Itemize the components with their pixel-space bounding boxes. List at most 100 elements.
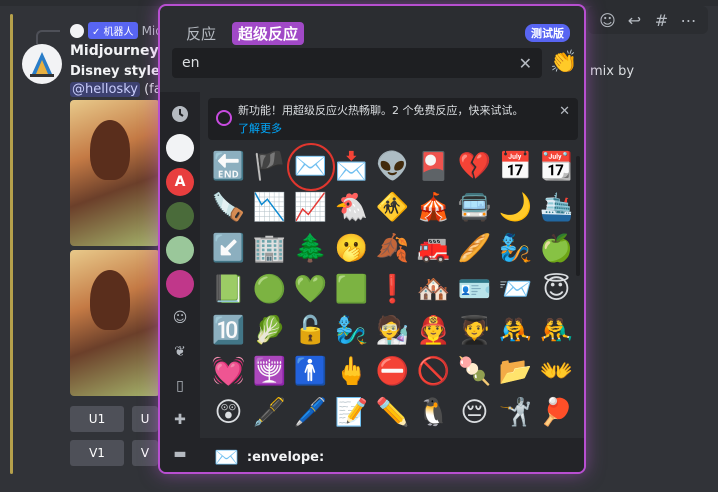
- emoji-item[interactable]: 📅: [495, 146, 536, 187]
- emoji-item[interactable]: 🚸: [372, 187, 413, 228]
- emoji-item[interactable]: 🍡: [454, 351, 495, 392]
- emoji-item[interactable]: 🍂: [372, 228, 413, 269]
- emoji-item[interactable]: 🤺: [495, 392, 536, 433]
- tab-super-reactions[interactable]: 超级反应: [232, 22, 305, 45]
- emoji-item[interactable]: 🪪: [454, 269, 495, 310]
- cup-icon[interactable]: ▯: [166, 372, 194, 400]
- server-4[interactable]: [166, 236, 194, 264]
- emoji-item[interactable]: 🏴: [249, 146, 290, 187]
- thread-icon[interactable]: #: [651, 11, 673, 30]
- reply-header[interactable]: ✓ 机器人 Mid: [70, 22, 163, 39]
- emoji-item[interactable]: 💔: [454, 146, 495, 187]
- reply-icon[interactable]: ↩: [624, 11, 646, 30]
- emoji-item[interactable]: 😲: [208, 392, 249, 433]
- car-icon[interactable]: ▬: [166, 440, 194, 468]
- clock-icon[interactable]: [166, 100, 194, 128]
- emoji-item[interactable]: 📆: [536, 146, 577, 187]
- emoji-item[interactable]: 👐: [536, 351, 577, 392]
- leaf-icon[interactable]: ❦: [166, 338, 194, 366]
- scrollbar[interactable]: [576, 156, 580, 276]
- skin-tone-icon[interactable]: 👏: [550, 50, 577, 75]
- emoji-grid: 🔚 🏴 ✉️ 📩 👽 🎴 💔 📅 📆 🪚 📉 📈 🐔 🚸 🎪 🚍 🌙 🛳️ ↙️ 🏢 🌲 🫢 🍂 🚒 🥖 🧞 🍏 📗 🟢 💚 🟩 ❗ 🏘️ 🪪 📨 😇…: [208, 143, 580, 472]
- clear-icon[interactable]: ✕: [519, 54, 532, 73]
- add-reaction-icon[interactable]: ☺: [597, 11, 619, 30]
- smile-icon[interactable]: ☺: [166, 304, 194, 332]
- emoji-item[interactable]: 📝: [331, 392, 372, 433]
- server-1[interactable]: [166, 134, 194, 162]
- emoji-item[interactable]: 🧑‍🔬: [372, 310, 413, 351]
- emoji-item[interactable]: 🏘️: [413, 269, 454, 310]
- user-mention[interactable]: @hellosky: [70, 82, 140, 97]
- emoji-item[interactable]: 📨: [495, 269, 536, 310]
- emoji-item[interactable]: ❗: [372, 269, 413, 310]
- emoji-item[interactable]: 😔: [454, 392, 495, 433]
- emoji-item[interactable]: 📉: [249, 187, 290, 228]
- emoji-item[interactable]: 💚: [290, 269, 331, 310]
- emoji-item[interactable]: 🐔: [331, 187, 372, 228]
- emoji-item[interactable]: 🖕: [331, 351, 372, 392]
- emoji-item[interactable]: 🧑‍🚒: [413, 310, 454, 351]
- emoji-item[interactable]: 🟢: [249, 269, 290, 310]
- image-tile[interactable]: [70, 100, 160, 246]
- emoji-item[interactable]: 🫢: [331, 228, 372, 269]
- emoji-envelope[interactable]: ✉️: [287, 143, 335, 191]
- embed-accent-bar: [10, 14, 13, 474]
- emoji-item[interactable]: 🟩: [331, 269, 372, 310]
- emoji-item[interactable]: 🎴: [413, 146, 454, 187]
- upscale-button-2[interactable]: U: [132, 406, 158, 432]
- emoji-item[interactable]: 🧑‍🎓: [454, 310, 495, 351]
- emoji-item[interactable]: ⛔: [372, 351, 413, 392]
- tab-reactions[interactable]: 反应: [180, 22, 222, 45]
- emoji-item[interactable]: 🤼: [495, 310, 536, 351]
- emoji-item[interactable]: 🚍: [454, 187, 495, 228]
- emoji-item[interactable]: 🔚: [208, 146, 249, 187]
- emoji-item[interactable]: 🔟: [208, 310, 249, 351]
- emoji-item[interactable]: 🤼‍♂️: [536, 310, 577, 351]
- category-sidebar: A ☺ ❦ ▯ ✚ ▬: [160, 92, 200, 472]
- image-grid[interactable]: [70, 100, 160, 400]
- emoji-item[interactable]: 📩: [331, 146, 372, 187]
- search-input[interactable]: [182, 55, 482, 71]
- emoji-item[interactable]: 🚒: [413, 228, 454, 269]
- emoji-item[interactable]: 🚹: [290, 351, 331, 392]
- emoji-item[interactable]: 🌙: [495, 187, 536, 228]
- gamepad-icon[interactable]: ✚: [166, 406, 194, 434]
- emoji-item[interactable]: 🖋️: [249, 392, 290, 433]
- emoji-item[interactable]: 🌲: [290, 228, 331, 269]
- variation-button-1[interactable]: V1: [70, 440, 124, 466]
- emoji-item[interactable]: 🧞‍♂️: [331, 310, 372, 351]
- emoji-item[interactable]: 😇: [536, 269, 577, 310]
- emoji-item[interactable]: 🛳️: [536, 187, 577, 228]
- learn-more-link[interactable]: 了解更多: [238, 120, 550, 136]
- emoji-item[interactable]: 🪚: [208, 187, 249, 228]
- emoji-item[interactable]: 🥬: [249, 310, 290, 351]
- image-tile[interactable]: [70, 250, 160, 396]
- emoji-item[interactable]: 🥖: [454, 228, 495, 269]
- emoji-item[interactable]: ✏️: [372, 392, 413, 433]
- server-5[interactable]: [166, 270, 194, 298]
- emoji-item[interactable]: ↙️: [208, 228, 249, 269]
- avatar[interactable]: [22, 44, 62, 84]
- emoji-item[interactable]: 📂: [495, 351, 536, 392]
- emoji-item[interactable]: 🏢: [249, 228, 290, 269]
- emoji-item[interactable]: 📈: [290, 187, 331, 228]
- emoji-item[interactable]: 🏓: [536, 392, 577, 433]
- variation-button-2[interactable]: V: [132, 440, 158, 466]
- emoji-item[interactable]: 🕎: [249, 351, 290, 392]
- emoji-item[interactable]: 👽: [372, 146, 413, 187]
- server-2[interactable]: A: [166, 168, 194, 196]
- emoji-item[interactable]: 💓: [208, 351, 249, 392]
- more-icon[interactable]: ⋯: [678, 11, 700, 30]
- emoji-item[interactable]: 🚫: [413, 351, 454, 392]
- banner-close-icon[interactable]: ✕: [559, 104, 570, 119]
- emoji-item[interactable]: 🍏: [536, 228, 577, 269]
- emoji-item[interactable]: 🧞: [495, 228, 536, 269]
- emoji-item[interactable]: 🔓: [290, 310, 331, 351]
- server-3[interactable]: [166, 202, 194, 230]
- emoji-item[interactable]: 🖊️: [290, 392, 331, 433]
- emoji-item[interactable]: 📗: [208, 269, 249, 310]
- upscale-button-1[interactable]: U1: [70, 406, 124, 432]
- preview-label: :envelope:: [246, 449, 325, 465]
- emoji-item[interactable]: 🎪: [413, 187, 454, 228]
- emoji-item[interactable]: 🐧: [413, 392, 454, 433]
